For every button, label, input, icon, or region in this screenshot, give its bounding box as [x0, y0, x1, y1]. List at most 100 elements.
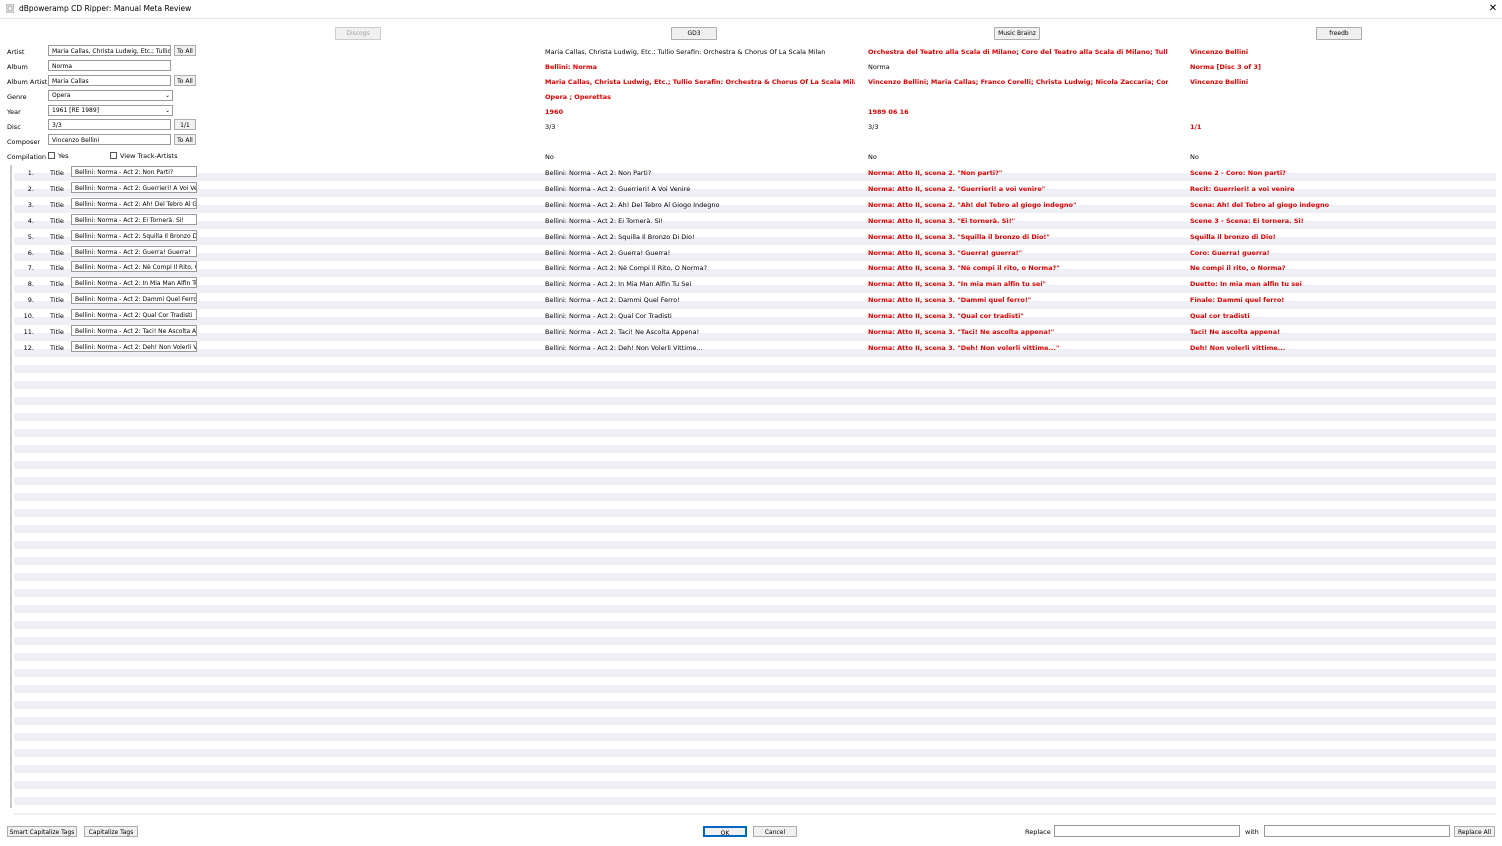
view-track-artists-checkbox[interactable] — [110, 152, 117, 159]
compilation-checkbox[interactable] — [48, 152, 55, 159]
view-track-artists-label: View Track-Artists — [120, 152, 178, 160]
track-title-field[interactable]: Bellini: Norma - Act 2: Dammi Quel Ferro… — [71, 293, 197, 305]
track-title-field[interactable]: Bellini: Norma - Act 2: In Mia Man Alfin… — [71, 277, 197, 289]
track-title-field[interactable]: Bellini: Norma - Act 2: Squilla Il Bronz… — [71, 229, 197, 241]
mb-track-title: Norma: Atto II, scena 3. "Taci! Ne ascol… — [868, 328, 1055, 336]
track-title-label: Title — [50, 343, 64, 352]
freedb-album-artist: Vincenzo Bellini — [1190, 78, 1249, 86]
track-list — [14, 165, 1496, 815]
window-title: dBpoweramp CD Ripper: Manual Meta Review — [19, 4, 192, 13]
track-title-field[interactable]: Bellini: Norma - Act 2: Ei Tornerà. Sì! — [71, 213, 197, 225]
smart-capitalize-button[interactable]: Smart Capitalize Tags — [7, 826, 77, 837]
mb-track-title: Norma: Atto II, scena 3. "Ei tornerà. Sì… — [868, 216, 1016, 225]
freedb-track-title: Ne compi il rito, o Norma? — [1190, 264, 1286, 273]
year-label: Year — [7, 108, 21, 116]
freedb-artist: Vincenzo Bellini — [1190, 48, 1249, 56]
ok-button[interactable]: OK — [703, 826, 747, 837]
disc-field[interactable]: 3/3 — [48, 119, 171, 130]
genre-select[interactable]: Opera ⌄ — [48, 90, 173, 101]
freedb-track-title: Scene 2 - Coro: Non parti? — [1190, 169, 1286, 177]
gd3-disc: 3/3 — [545, 123, 556, 131]
close-icon[interactable]: ✕ — [1484, 0, 1502, 18]
track-number: 4. — [27, 216, 34, 225]
mb-track-title: Norma: Atto II, scena 3. "Dammi quel fer… — [868, 296, 1032, 305]
freedb-track-title: Coro: Guerra! guerra! — [1190, 248, 1270, 257]
album-field[interactable]: Norma — [48, 60, 171, 71]
track-number: 5. — [27, 232, 34, 241]
genre-value: Opera — [52, 92, 71, 99]
gd3-track-title: Bellini: Norma - Act 2: Guerra! Guerra! — [545, 248, 671, 257]
mb-track-title: Norma: Atto II, scena 3. "Deh! Non voler… — [868, 343, 1060, 352]
track-title-field[interactable]: Bellini: Norma - Act 2: Non Parti? — [71, 166, 197, 177]
musicbrainz-button[interactable]: Music Brainz — [994, 27, 1040, 40]
artist-to-all-button[interactable]: To All — [174, 45, 196, 56]
freedb-track-title: Duetto: In mia man alfin tu sei — [1190, 280, 1302, 289]
year-value: 1961 [RE 1989] — [52, 107, 99, 114]
freedb-track-title: Squilla il bronzo di Dio! — [1190, 232, 1276, 241]
gd3-track-title: Bellini: Norma - Act 2: Nè Compi Il Rito… — [545, 264, 708, 273]
discogs-button[interactable]: Discogs — [335, 27, 381, 40]
replace-input[interactable] — [1054, 825, 1240, 837]
track-number: 10. — [23, 312, 34, 321]
mb-track-title: Norma: Atto II, scena 3. "Nè compi il ri… — [868, 264, 1060, 273]
track-number: 9. — [27, 296, 34, 305]
track-title-label: Title — [50, 216, 64, 225]
freedb-track-title: Deh! Non volerli vittime... — [1190, 343, 1286, 352]
cancel-button[interactable]: Cancel — [753, 826, 797, 837]
mb-artist: Orchestra del Teatro alla Scala di Milan… — [868, 48, 1168, 56]
mb-track-title: Norma: Atto II, scena 2. "Non parti?" — [868, 169, 1003, 177]
gd3-track-title: Bellini: Norma - Act 2: Dammi Quel Ferro… — [545, 296, 680, 305]
genre-label: Genre — [7, 93, 27, 101]
track-title-label: Title — [50, 312, 64, 321]
freedb-track-title: Scene 3 - Scena: Ei tornera. Si! — [1190, 216, 1304, 225]
track-title-field[interactable]: Bellini: Norma - Act 2: Deh! Non Volerli… — [71, 340, 197, 352]
track-number: 8. — [27, 280, 34, 289]
gd3-track-title: Bellini: Norma - Act 2: Taci! Ne Ascolta… — [545, 328, 700, 336]
album-artist-to-all-button[interactable]: To All — [174, 75, 196, 86]
track-title-field[interactable]: Bellini: Norma - Act 2: Nè Compi Il Rito… — [71, 261, 197, 273]
gd3-album-artist: Maria Callas, Christa Ludwig, Etc.; Tull… — [545, 78, 855, 86]
mb-album: Norma — [868, 63, 890, 71]
track-list-scrollbar[interactable] — [10, 165, 12, 808]
year-select[interactable]: 1961 [RE 1989] ⌄ — [48, 105, 173, 116]
mb-track-title: Norma: Atto II, scena 3. "Squilla il bro… — [868, 232, 1050, 241]
gd3-track-title: Bellini: Norma - Act 2: Qual Cor Tradist… — [545, 312, 672, 321]
freedb-album: Norma [Disc 3 of 3] — [1190, 63, 1261, 71]
track-title-label: Title — [50, 328, 64, 336]
track-title-label: Title — [50, 232, 64, 241]
with-input[interactable] — [1264, 825, 1450, 837]
track-number: 2. — [27, 184, 34, 193]
gd3-track-title: Bellini: Norma - Act 2: Ei Tornerà. Sì! — [545, 216, 663, 225]
track-title-field[interactable]: Bellini: Norma - Act 2: Taci! Ne Ascolta… — [71, 325, 197, 336]
compilation-yes-label: Yes — [58, 152, 69, 160]
track-title-label: Title — [50, 296, 64, 305]
freedb-disc: 1/1 — [1190, 123, 1202, 131]
freedb-track-title: Scena: Ah! del Tebro al giogo indegno — [1190, 200, 1330, 209]
track-title-label: Title — [50, 169, 64, 177]
gd3-track-title: Bellini: Norma - Act 2: In Mia Man Alfin… — [545, 280, 692, 289]
track-title-field[interactable]: Bellini: Norma - Act 2: Guerra! Guerra! — [71, 245, 197, 257]
gd3-year: 1960 — [545, 108, 564, 116]
track-title-field[interactable]: Bellini: Norma - Act 2: Ah! Del Tebro Al… — [71, 197, 197, 209]
mb-track-title: Norma: Atto II, scena 3. "Qual cor tradi… — [868, 312, 1024, 321]
freedb-button[interactable]: freedb — [1316, 27, 1362, 40]
disc-one-of-one-button[interactable]: 1/1 — [174, 119, 196, 130]
gd3-track-title: Bellini: Norma - Act 2: Non Parti? — [545, 169, 652, 177]
freedb-track-title: Finale: Dammi quel ferro! — [1190, 296, 1285, 305]
album-artist-field[interactable]: Maria Callas — [48, 75, 171, 86]
track-title-field[interactable]: Bellini: Norma - Act 2: Qual Cor Tradist… — [71, 309, 197, 321]
compilation-label: Compilation — [7, 153, 47, 161]
artist-field[interactable]: Maria Callas, Christa Ludwig, Etc.; Tull… — [48, 45, 171, 56]
track-title-label: Title — [50, 264, 64, 273]
track-title-field[interactable]: Bellini: Norma - Act 2: Guerrieri! A Voi… — [71, 181, 197, 193]
composer-field[interactable]: Vincenzo Bellini — [48, 134, 171, 145]
mb-track-title: Norma: Atto II, scena 2. "Guerrieri! a v… — [868, 184, 1046, 193]
track-number: 6. — [27, 248, 34, 257]
replace-all-button[interactable]: Replace All — [1454, 826, 1495, 837]
composer-to-all-button[interactable]: To All — [174, 134, 196, 145]
capitalize-button[interactable]: Capitalize Tags — [84, 826, 138, 837]
title-bar: dBpoweramp CD Ripper: Manual Meta Review… — [0, 0, 1502, 19]
mb-disc: 3/3 — [868, 123, 879, 131]
mb-compilation: No — [868, 153, 877, 161]
gd3-button[interactable]: GD3 — [671, 27, 717, 40]
